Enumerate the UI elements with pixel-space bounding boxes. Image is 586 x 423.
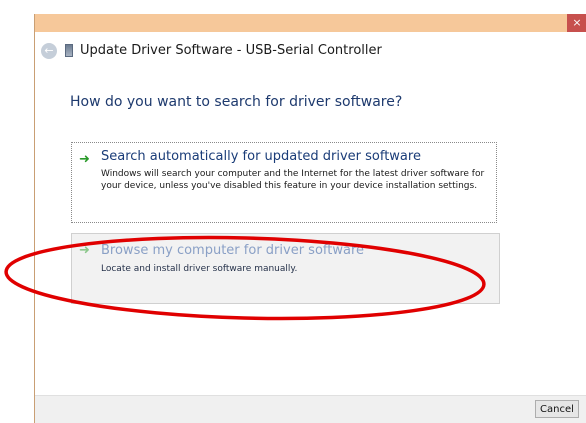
- page-heading: How do you want to search for driver sof…: [70, 94, 403, 110]
- title-bar: ← Update Driver Software - USB-Serial Co…: [35, 32, 586, 72]
- green-arrow-icon: ➜: [79, 243, 90, 258]
- browse-computer-option[interactable]: ➜ Browse my computer for driver software…: [71, 233, 500, 304]
- wizard-footer: Cancel: [35, 395, 586, 423]
- search-automatically-label: Search automatically for updated driver …: [101, 149, 421, 164]
- usb-device-icon: [65, 44, 73, 57]
- update-driver-window: × ← Update Driver Software - USB-Serial …: [34, 14, 586, 423]
- browse-computer-label: Browse my computer for driver software: [101, 243, 364, 258]
- close-icon: ×: [572, 16, 582, 29]
- back-button[interactable]: ←: [41, 43, 57, 59]
- green-arrow-icon: ➜: [79, 152, 90, 167]
- close-button[interactable]: ×: [567, 14, 586, 32]
- window-title: Update Driver Software - USB-Serial Cont…: [80, 43, 382, 58]
- browse-computer-description: Locate and install driver software manua…: [101, 264, 298, 274]
- cancel-button[interactable]: Cancel: [535, 400, 579, 418]
- back-arrow-icon: ←: [44, 44, 54, 57]
- search-automatically-option[interactable]: ➜ Search automatically for updated drive…: [71, 142, 497, 223]
- search-automatically-description: Windows will search your computer and th…: [101, 169, 485, 191]
- wizard-content: How do you want to search for driver sof…: [35, 72, 586, 395]
